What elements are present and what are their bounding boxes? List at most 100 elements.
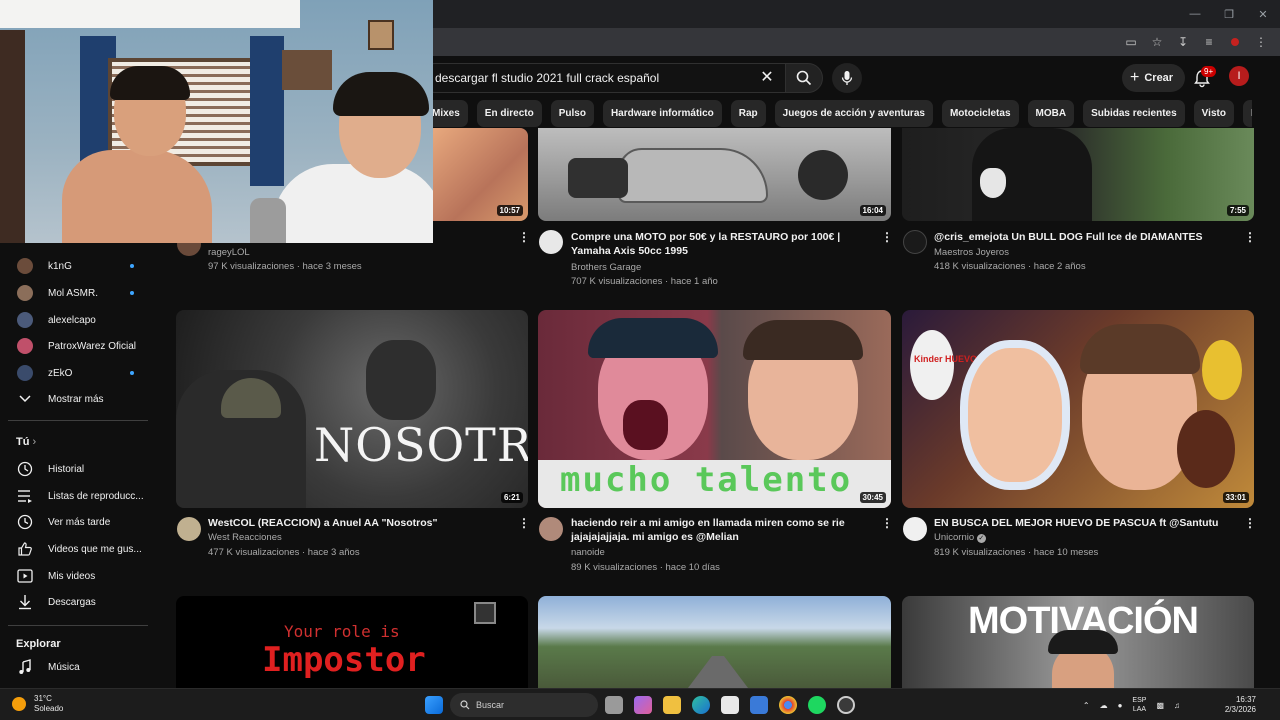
- video-title[interactable]: @cris_emejota Un BULL DOG Full Ice de DI…: [934, 230, 1234, 244]
- video-title[interactable]: haciendo reir a mi amigo en llamada mire…: [571, 516, 871, 544]
- chip-en-directo[interactable]: En directo: [476, 100, 542, 127]
- chip-visto[interactable]: Visto: [1193, 100, 1234, 127]
- sidebar-item-label: k1nG: [48, 260, 72, 272]
- new-content-dot: [130, 264, 134, 268]
- sidebar-item-historial[interactable]: Historial: [8, 456, 148, 482]
- volume-icon[interactable]: ♫: [1174, 701, 1180, 710]
- sidebar-sub-alexelcapo[interactable]: alexelcapo: [8, 307, 148, 333]
- channel-name[interactable]: Maestros Joyeros: [934, 247, 1009, 258]
- microphone-icon[interactable]: ●: [1118, 701, 1123, 710]
- video-title[interactable]: Compre una MOTO por 50€ y la RESTAURO po…: [571, 230, 871, 258]
- language-indicator[interactable]: ESP LAA: [1132, 696, 1146, 714]
- weather-widget[interactable]: 31°C Soleado: [12, 694, 63, 714]
- channel-avatar[interactable]: [903, 517, 927, 541]
- sidebar-sub-mol-asmr[interactable]: Mol ASMR.: [8, 280, 148, 306]
- more-options-icon[interactable]: ⋮: [518, 229, 530, 245]
- video-thumbnail[interactable]: MOTIVACIÓN: [902, 596, 1254, 688]
- channel-avatar[interactable]: [539, 230, 563, 254]
- search-icon: [796, 70, 812, 86]
- clear-search-icon[interactable]: ✕: [757, 68, 777, 88]
- chip-motocicletas[interactable]: Motocicletas: [941, 100, 1019, 127]
- taskbar-clock[interactable]: 16:37 2/3/2026: [1225, 695, 1256, 715]
- chip-mixes[interactable]: Mixes: [432, 100, 468, 127]
- search-input[interactable]: descargar fl studio 2021 full crack espa…: [420, 63, 785, 93]
- more-options-icon[interactable]: ⋮: [1244, 515, 1256, 531]
- video-thumbnail[interactable]: Your role is Impostor: [176, 596, 528, 688]
- more-options-icon[interactable]: ⋮: [881, 229, 893, 245]
- video-thumbnail[interactable]: [538, 596, 891, 688]
- search-button[interactable]: [785, 63, 823, 93]
- thumbnail-text: mucho talento: [560, 460, 853, 500]
- chip-rap[interactable]: Rap: [730, 100, 766, 127]
- account-avatar[interactable]: I: [1229, 66, 1249, 86]
- video-meta: 477 K visualizaciones · hace 3 años: [208, 547, 360, 558]
- chip-hardware[interactable]: Hardware informático: [602, 100, 722, 127]
- sidebar-sub-patroxwarez[interactable]: PatroxWarez Oficial: [8, 333, 148, 359]
- channel-name[interactable]: West Reacciones: [208, 532, 282, 543]
- obs-icon[interactable]: [837, 696, 855, 714]
- video-thumbnail[interactable]: Kinder HUEVO 33:01: [902, 310, 1254, 508]
- spotify-icon[interactable]: [808, 696, 826, 714]
- more-options-icon[interactable]: ⋮: [881, 515, 893, 531]
- cast-icon[interactable]: ▭: [1120, 31, 1142, 53]
- copilot-icon[interactable]: [634, 696, 652, 714]
- chrome-icon[interactable]: [779, 696, 797, 714]
- sidebar-item-playlists[interactable]: Listas de reproducc...: [8, 483, 148, 509]
- channel-avatar[interactable]: [177, 517, 201, 541]
- more-options-icon[interactable]: ⋮: [1244, 229, 1256, 245]
- taskbar-search[interactable]: Buscar: [450, 693, 598, 717]
- sidebar-item-liked[interactable]: Videos que me gus...: [8, 536, 148, 562]
- file-explorer-icon[interactable]: [663, 696, 681, 714]
- more-options-icon[interactable]: ⋮: [518, 515, 530, 531]
- duration-badge: 6:21: [500, 492, 523, 503]
- task-view-icon[interactable]: [605, 696, 623, 714]
- sidebar-item-downloads[interactable]: Descargas: [8, 589, 148, 615]
- chip-subidas-recientes[interactable]: Subidas recientes: [1083, 100, 1185, 127]
- create-button[interactable]: + Crear: [1122, 64, 1186, 92]
- sidebar-item-my-videos[interactable]: Mis videos: [8, 563, 148, 589]
- minimize-icon[interactable]: —: [1178, 0, 1212, 28]
- chip-moba[interactable]: MOBA: [1027, 100, 1075, 127]
- avatar: [17, 285, 33, 301]
- start-windows-icon[interactable]: [425, 696, 443, 714]
- video-title[interactable]: EN BUSCA DEL MEJOR HUEVO DE PASCUA ft @S…: [934, 516, 1234, 530]
- voice-search-button[interactable]: [832, 63, 862, 93]
- store-icon[interactable]: [721, 696, 739, 714]
- sidebar-item-music[interactable]: Música: [8, 654, 148, 680]
- network-icon[interactable]: ▩: [1156, 701, 1164, 710]
- channel-name[interactable]: Unicornio ✓: [934, 532, 986, 543]
- channel-name[interactable]: nanoide: [571, 547, 605, 558]
- channel-name[interactable]: rageyLOL: [208, 247, 250, 258]
- channel-avatar[interactable]: [903, 230, 927, 254]
- profile-icon[interactable]: [1224, 31, 1246, 53]
- chevron-up-icon[interactable]: ⌃: [1083, 701, 1090, 710]
- bookmark-star-icon[interactable]: ☆: [1146, 31, 1168, 53]
- section-explore-heading: Explorar: [16, 638, 61, 650]
- chip-pulso[interactable]: Pulso: [550, 100, 594, 127]
- menu-dots-icon[interactable]: ⋮: [1250, 31, 1272, 53]
- sidebar-item-label: Historial: [48, 463, 85, 475]
- sidebar-item-label: Listas de reproducc...: [48, 490, 144, 502]
- video-thumbnail[interactable]: 16:04: [538, 128, 891, 221]
- close-icon[interactable]: ✕: [1246, 0, 1280, 28]
- edge-icon[interactable]: [692, 696, 710, 714]
- sidebar-sub-k1ng[interactable]: k1nG: [8, 253, 148, 279]
- mail-icon[interactable]: [750, 696, 768, 714]
- cloud-icon[interactable]: ☁: [1100, 701, 1108, 710]
- sidebar-show-more[interactable]: Mostrar más: [8, 386, 148, 412]
- chip-novedad[interactable]: Novedad para ti: [1242, 100, 1252, 127]
- video-title[interactable]: WestCOL (REACCION) a Anuel AA "Nosotros": [208, 516, 508, 530]
- channel-name[interactable]: Brothers Garage: [571, 262, 641, 273]
- sidebar-sub-zeko[interactable]: zEkO: [8, 360, 148, 386]
- download-icon[interactable]: ↧: [1172, 31, 1194, 53]
- restore-icon[interactable]: ❐: [1212, 0, 1246, 28]
- chip-juegos-accion[interactable]: Juegos de acción y aventuras: [774, 100, 933, 127]
- video-thumbnail[interactable]: mucho talento 30:45: [538, 310, 891, 508]
- section-you-heading[interactable]: Tú ›: [16, 436, 36, 448]
- video-thumbnail[interactable]: 10:57: [432, 128, 528, 221]
- sidebar-item-watch-later[interactable]: Ver más tarde: [8, 509, 148, 535]
- channel-avatar[interactable]: [539, 517, 563, 541]
- video-thumbnail[interactable]: 7:55: [902, 128, 1254, 221]
- video-thumbnail[interactable]: NOSOTROS 6:21: [176, 310, 528, 508]
- playlist-icon[interactable]: ≡: [1198, 31, 1220, 53]
